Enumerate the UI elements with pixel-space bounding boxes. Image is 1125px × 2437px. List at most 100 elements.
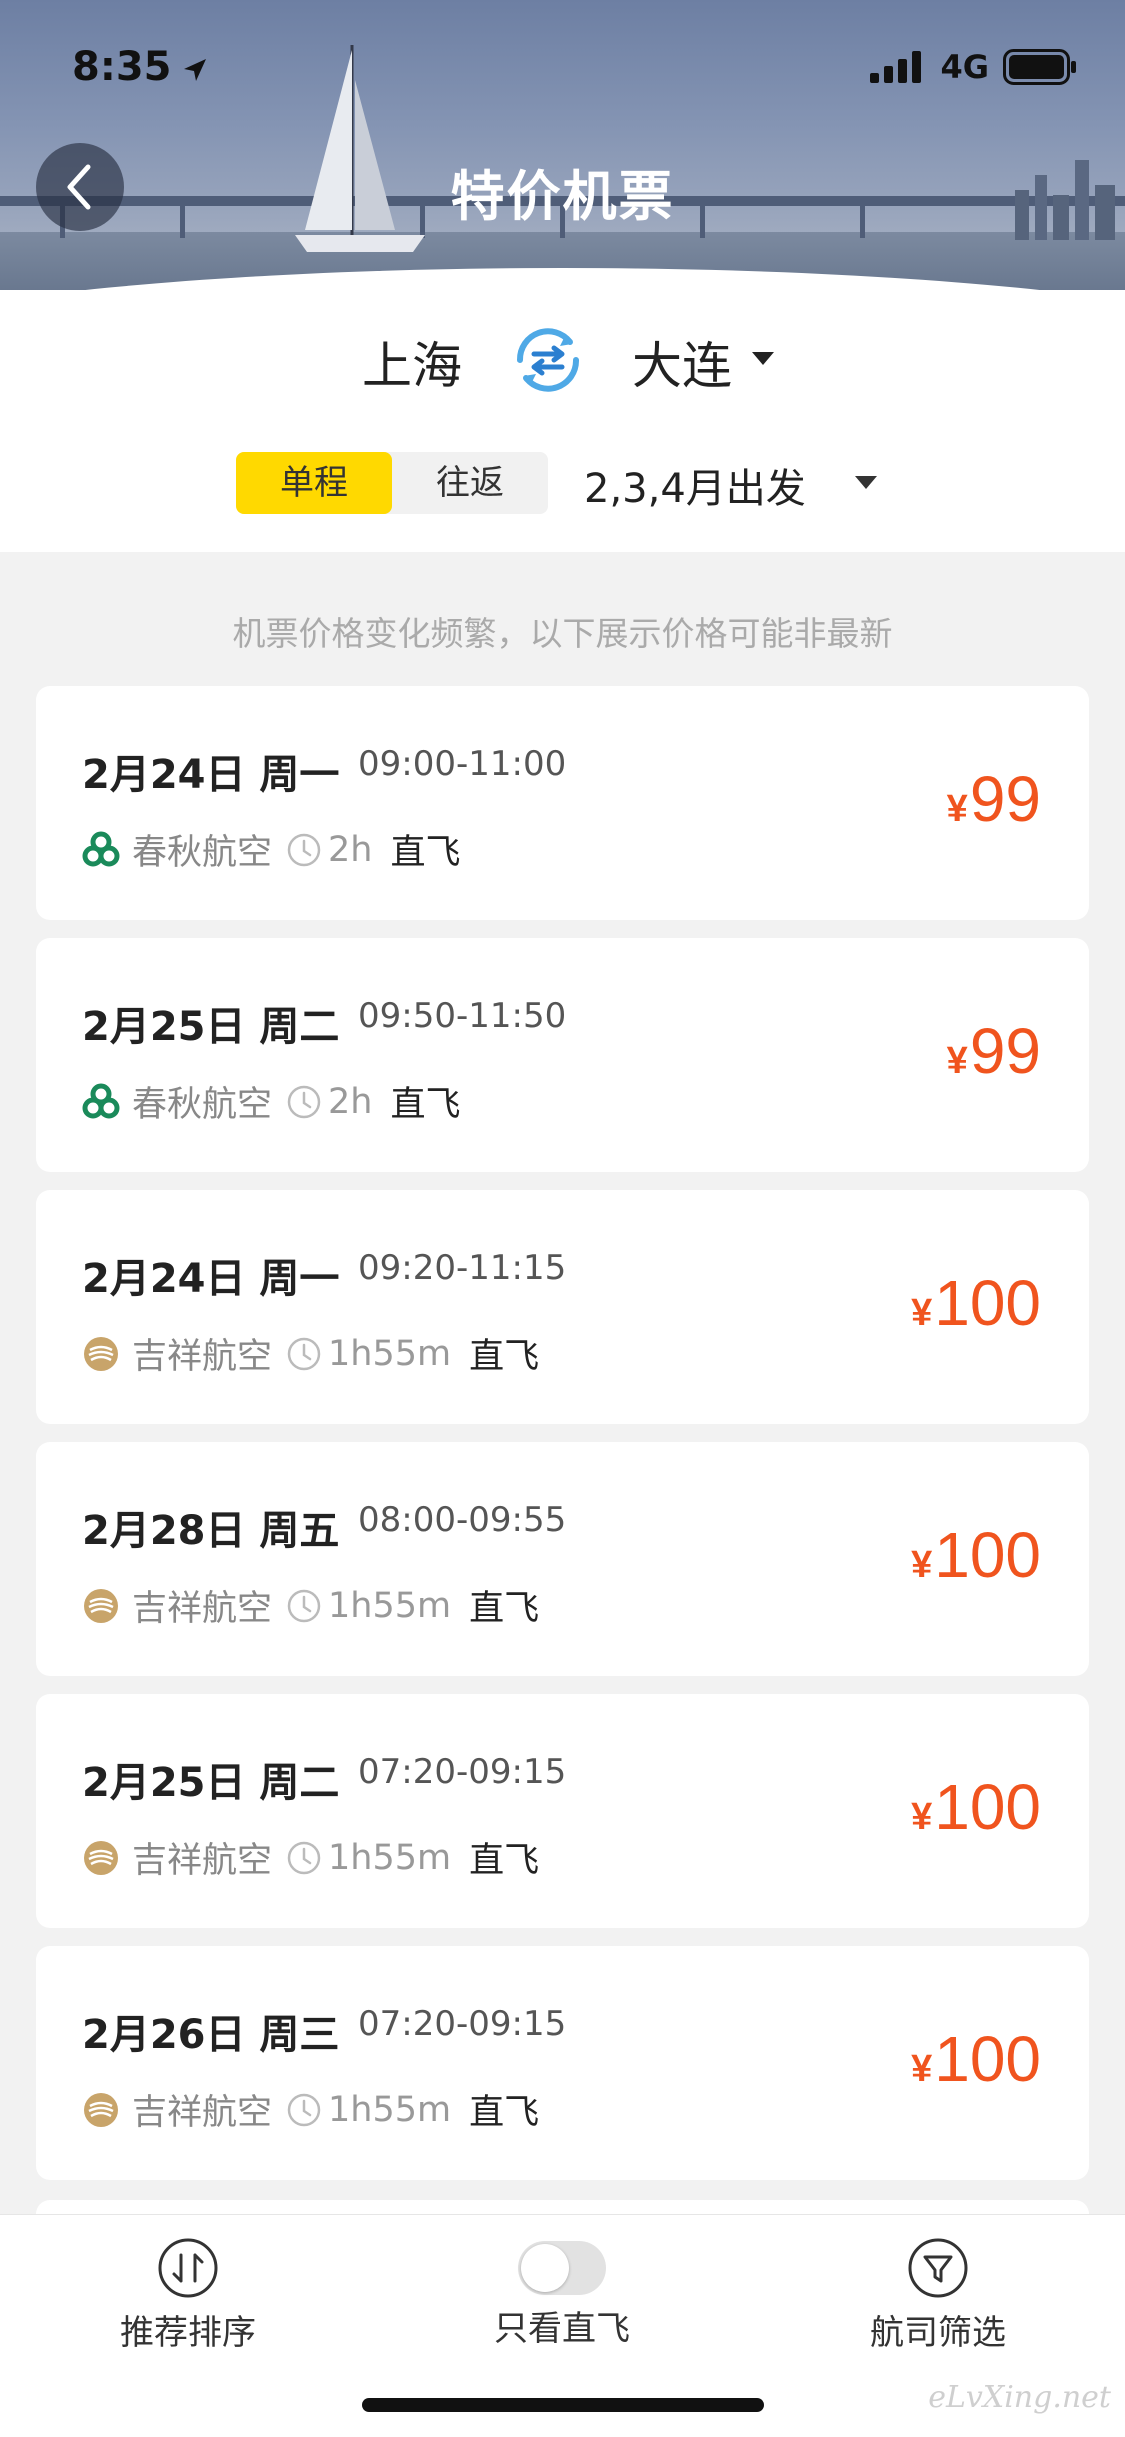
flight-type: 直飞 [469,1589,540,1629]
flight-duration: 1h55m [328,1333,452,1374]
caret-down-icon[interactable] [855,476,877,490]
flight-date: 2月25日 周二 [82,1004,340,1050]
flight-price: ¥100 [911,1518,1041,1592]
airline-filter-button[interactable]: 航司筛选 [818,2237,1058,2354]
sort-button[interactable]: 推荐排序 [68,2237,308,2354]
sort-icon [158,2238,218,2298]
price-notice: 机票价格变化频繁，以下展示价格可能非最新 [232,614,893,653]
network-type: 4G [940,48,989,86]
currency-symbol: ¥ [911,1796,933,1838]
flight-price: ¥100 [911,1770,1041,1844]
price-value: 100 [934,1519,1041,1591]
status-bar: 8:35 4G [0,0,1125,130]
currency-symbol: ¥ [946,1040,968,1082]
flight-card[interactable]: 2月24日 周一 09:00-11:00 春秋航空 2h 直飞 ¥99 [36,686,1089,920]
direct-only-label: 只看直飞 [494,2309,630,2349]
route-panel: 上海 大连 单程 往返 2,3,4月出发 [0,290,1125,552]
flight-meta: 春秋航空 2h 直飞 [82,1076,460,1127]
flight-card[interactable]: 2月24日 周一 09:20-11:15 吉祥航空 1h55m 直飞 ¥100 [36,1190,1089,1424]
currency-symbol: ¥ [911,1544,933,1586]
flight-price: ¥100 [911,1266,1041,1340]
flight-date: 2月26日 周三 [82,2012,340,2058]
sort-label: 推荐排序 [120,2313,256,2353]
flight-date: 2月28日 周五 [82,1508,340,1554]
flight-card[interactable]: 2月26日 周三 07:20-09:15 吉祥航空 1h55m 直飞 ¥100 [36,1946,1089,2180]
direct-only-toggle[interactable]: 只看直飞 [442,2237,682,2350]
juneyao-airlines-logo [82,2091,120,2129]
filter-icon [908,2238,968,2298]
status-time: 8:35 [72,44,172,90]
flight-duration: 1h55m [328,2089,452,2130]
flight-price: ¥99 [947,1014,1041,1088]
trip-type-toggle: 单程 往返 [236,452,548,514]
tab-round-trip[interactable]: 往返 [392,452,548,514]
price-value: 99 [969,763,1041,835]
flight-times: 09:20-11:15 [358,1248,567,1288]
signal-icon [870,51,922,83]
juneyao-airlines-logo [82,1335,120,1373]
flight-price: ¥99 [947,762,1041,836]
flight-duration: 2h [328,829,373,870]
airline-name: 吉祥航空 [132,1589,273,1629]
toggle-switch[interactable] [518,2241,606,2295]
flight-card[interactable]: 2月25日 周二 09:50-11:50 春秋航空 2h 直飞 ¥99 [36,938,1089,1172]
clock-icon [286,1840,322,1876]
currency-symbol: ¥ [946,788,968,830]
origin-city[interactable]: 上海 [362,326,462,398]
clock-icon [286,2092,322,2128]
flight-times: 07:20-09:15 [358,2004,567,2044]
airline-name: 春秋航空 [132,1085,273,1125]
flight-times: 09:00-11:00 [358,744,567,784]
flight-date: 2月24日 周一 [82,1256,340,1302]
flight-card[interactable]: 2月25日 周二 07:20-09:15 吉祥航空 1h55m 直飞 ¥100 [36,1694,1089,1928]
airline-name: 吉祥航空 [132,1337,273,1377]
clock-icon [286,1588,322,1624]
flight-duration: 1h55m [328,1837,452,1878]
battery-icon [1003,49,1076,85]
flight-price: ¥100 [911,2022,1041,2096]
flight-duration: 1h55m [328,1585,452,1626]
flight-meta: 吉祥航空 1h55m 直飞 [82,1580,539,1631]
flight-type: 直飞 [469,2093,540,2133]
flight-card[interactable]: 2月28日 周五 08:00-09:55 吉祥航空 1h55m 直飞 ¥100 [36,1442,1089,1676]
flight-meta: 吉祥航空 1h55m 直飞 [82,1832,539,1883]
price-value: 100 [934,2023,1041,2095]
status-right: 4G [870,48,1077,86]
location-arrow-icon [184,59,206,81]
price-value: 99 [969,1015,1041,1087]
airline-name: 吉祥航空 [132,2093,273,2133]
flight-times: 09:50-11:50 [358,996,567,1036]
page-title: 特价机票 [450,165,675,228]
destination-city[interactable]: 大连 [632,326,732,398]
departure-month-select[interactable]: 2,3,4月出发 [584,456,806,514]
clock-icon [286,1084,322,1120]
flight-duration: 2h [328,1081,373,1122]
flight-type: 直飞 [469,1337,540,1377]
flight-type: 直飞 [469,1841,540,1881]
swap-icon[interactable] [508,320,588,400]
flight-type: 直飞 [390,1085,461,1125]
airline-filter-label: 航司筛选 [870,2313,1006,2353]
price-value: 100 [934,1267,1041,1339]
flight-meta: 吉祥航空 1h55m 直飞 [82,2084,539,2135]
currency-symbol: ¥ [911,1292,933,1334]
currency-symbol: ¥ [911,2048,933,2090]
caret-down-icon[interactable] [752,352,774,366]
home-indicator [362,2398,764,2412]
flight-times: 08:00-09:55 [358,1500,567,1540]
flight-meta: 吉祥航空 1h55m 直飞 [82,1328,539,1379]
clock-icon [286,832,322,868]
juneyao-airlines-logo [82,1587,120,1625]
spring-airlines-logo [82,831,120,869]
clock-icon [286,1336,322,1372]
flight-date: 2月25日 周二 [82,1760,340,1806]
juneyao-airlines-logo [82,1839,120,1877]
tab-one-way[interactable]: 单程 [236,452,392,514]
watermark: eLvXing.net [928,2380,1111,2415]
flight-meta: 春秋航空 2h 直飞 [82,824,460,875]
flight-times: 07:20-09:15 [358,1752,567,1792]
airline-name: 春秋航空 [132,833,273,873]
airline-name: 吉祥航空 [132,1841,273,1881]
spring-airlines-logo [82,1083,120,1121]
toggle-knob [521,2244,569,2292]
